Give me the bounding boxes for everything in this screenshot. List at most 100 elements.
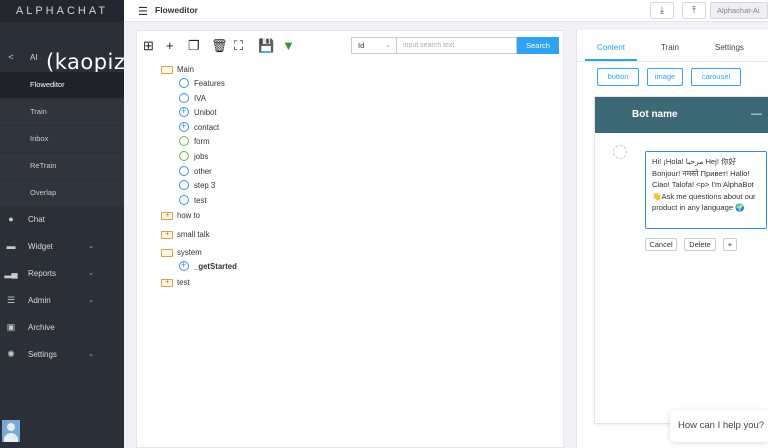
circle-icon — [179, 93, 189, 103]
chevron-down-icon: ⌄ — [88, 270, 94, 277]
flow-editor-panel: ⊞ + ❐ 🗑 ⛶ 💾 ▼ Id ⌄ Search Main Features … — [136, 30, 564, 448]
sidebar-item-admin[interactable]: ☰ Admin ⌄ — [0, 287, 124, 313]
page-title: Floweditor — [155, 5, 198, 15]
message-editor[interactable]: Hi! ¡Hola! مرحبا Hej! 你好 Bonjour! नमस्ते… — [645, 151, 767, 229]
user-menu-button[interactable]: Alphachat-Ai — [710, 2, 768, 19]
folder-plus-icon — [161, 277, 173, 287]
search-button[interactable]: Search — [517, 37, 559, 54]
archive-icon: ▣ — [6, 321, 16, 332]
search-input[interactable] — [397, 37, 517, 54]
chevron-down-icon: ⌄ — [385, 42, 391, 49]
sidebar-item-label: Widget — [28, 241, 53, 251]
node-detail-panel: Content Train Settings button image caro… — [576, 30, 768, 448]
delete-button[interactable]: Delete — [684, 238, 716, 251]
download-button[interactable]: ⤓ — [650, 2, 674, 19]
tree-item[interactable]: jobs — [179, 151, 208, 161]
copy-icon[interactable]: ❐ — [188, 38, 200, 54]
gear-icon: ✺ — [7, 348, 15, 359]
tree-folder-main[interactable]: Main — [161, 65, 194, 74]
circle-icon — [179, 136, 189, 146]
save-icon[interactable]: 💾 — [258, 38, 274, 54]
folder-open-icon — [161, 65, 173, 74]
tree-folder-system[interactable]: system — [161, 248, 202, 257]
add-icon[interactable]: + — [166, 38, 174, 53]
sidebar-item-label: Chat — [28, 214, 45, 224]
avatar-body — [4, 433, 18, 442]
circle-plus-icon — [179, 260, 189, 271]
circle-icon — [179, 78, 189, 88]
sidebar-subitem-floweditor[interactable]: Floweditor — [0, 72, 124, 98]
widget-icon: ▬ — [6, 241, 16, 251]
sidebar-item-label: Reports — [28, 268, 57, 278]
tree-item[interactable]: test — [179, 195, 207, 205]
add-button-chip[interactable]: button — [597, 68, 639, 86]
tab-settings[interactable]: Settings — [715, 43, 744, 52]
share-icon: < — [8, 52, 14, 62]
tree-item[interactable]: IVA — [179, 93, 206, 103]
tree-item[interactable]: contact — [179, 121, 219, 132]
sliders-icon: ☰ — [6, 294, 16, 305]
add-message-button[interactable]: + — [723, 238, 737, 251]
chevron-down-icon: ⌄ — [88, 243, 94, 250]
sidebar-item-label: Settings — [28, 349, 57, 359]
sidebar-item-label: Archive — [28, 322, 55, 332]
circle-icon — [179, 166, 189, 176]
tree-item[interactable]: other — [179, 166, 212, 176]
fullscreen-icon[interactable]: ⛶ — [234, 38, 243, 54]
sidebar-item-reports[interactable]: ▂▄ Reports ⌄ — [0, 260, 124, 286]
folder-open-icon — [161, 248, 173, 257]
circle-icon — [179, 151, 189, 161]
tree-folder-small-talk[interactable]: small talk — [161, 229, 210, 239]
folder-plus-icon — [161, 210, 173, 220]
add-folder-icon[interactable]: ⊞ — [143, 38, 154, 54]
sidebar-subitem-retrain[interactable]: ReTrain — [0, 153, 124, 179]
hamburger-menu-icon[interactable]: ☰ — [138, 5, 148, 18]
bot-name: Bot name — [632, 109, 678, 120]
tree-item[interactable]: step 3 — [179, 180, 215, 190]
sidebar-item-widget[interactable]: ▬ Widget ⌄ — [0, 233, 124, 259]
help-chat-bubble[interactable]: How can I help you? — [670, 410, 768, 442]
add-carousel-chip[interactable]: carousel — [691, 68, 741, 86]
upload-icon: ⤒ — [692, 5, 696, 15]
trash-icon[interactable]: 🗑 — [211, 38, 228, 54]
sidebar-item-label: Admin — [28, 295, 51, 305]
sidebar-subitem-train[interactable]: Train — [0, 99, 124, 125]
circle-plus-icon — [179, 121, 189, 132]
sidebar-subitem-inbox[interactable]: Inbox — [0, 126, 124, 152]
sidebar-item-archive[interactable]: ▣ Archive — [0, 314, 124, 340]
tab-content[interactable]: Content — [597, 43, 625, 52]
upload-button[interactable]: ⤒ — [682, 2, 706, 19]
bot-avatar — [613, 145, 627, 159]
add-image-chip[interactable]: image — [647, 68, 683, 86]
chat-preview: Bot name — Hi! ¡Hola! مرحبا Hej! 你好 Bonj… — [594, 96, 768, 424]
brand-title: ALPHACHAT — [0, 0, 124, 22]
search-field-select[interactable]: Id ⌄ — [351, 37, 397, 54]
chevron-down-icon: ⌄ — [88, 351, 94, 358]
folder-plus-icon — [161, 229, 173, 239]
tree-item[interactable]: form — [179, 136, 210, 146]
tree-item[interactable]: Unibot — [179, 106, 217, 117]
chat-icon: ● — [8, 214, 14, 224]
chevron-down-icon: ⌄ — [88, 297, 94, 304]
download-icon: ⤓ — [660, 5, 664, 15]
tab-train[interactable]: Train — [661, 43, 679, 52]
tree-folder-how-to[interactable]: how to — [161, 210, 200, 220]
sidebar-item-settings[interactable]: ✺ Settings ⌄ — [0, 341, 124, 367]
minimize-icon[interactable]: — — [751, 108, 762, 120]
filter-icon[interactable]: ▼ — [282, 38, 295, 53]
tree-item[interactable]: Features — [179, 78, 225, 88]
avatar-head — [7, 423, 15, 431]
circle-icon — [179, 180, 189, 190]
sidebar-item-label: AI — [30, 52, 38, 62]
tree-item[interactable]: _getStarted — [179, 260, 237, 271]
chat-header: Bot name — — [595, 97, 768, 133]
sidebar-item-chat[interactable]: ● Chat — [0, 206, 124, 232]
sidebar-subitem-overlap[interactable]: Overlap — [0, 180, 124, 206]
circle-icon — [179, 195, 189, 205]
cancel-button[interactable]: Cancel — [645, 238, 677, 251]
sidebar: ALPHACHAT < AI (kaopiz Floweditor Train … — [0, 0, 125, 448]
tabs-divider — [577, 61, 768, 62]
tree-folder-test[interactable]: test — [161, 277, 190, 287]
user-avatar[interactable] — [2, 420, 20, 442]
topbar: ☰ Floweditor ⤓ ⤒ Alphachat-Ai — [124, 0, 768, 22]
